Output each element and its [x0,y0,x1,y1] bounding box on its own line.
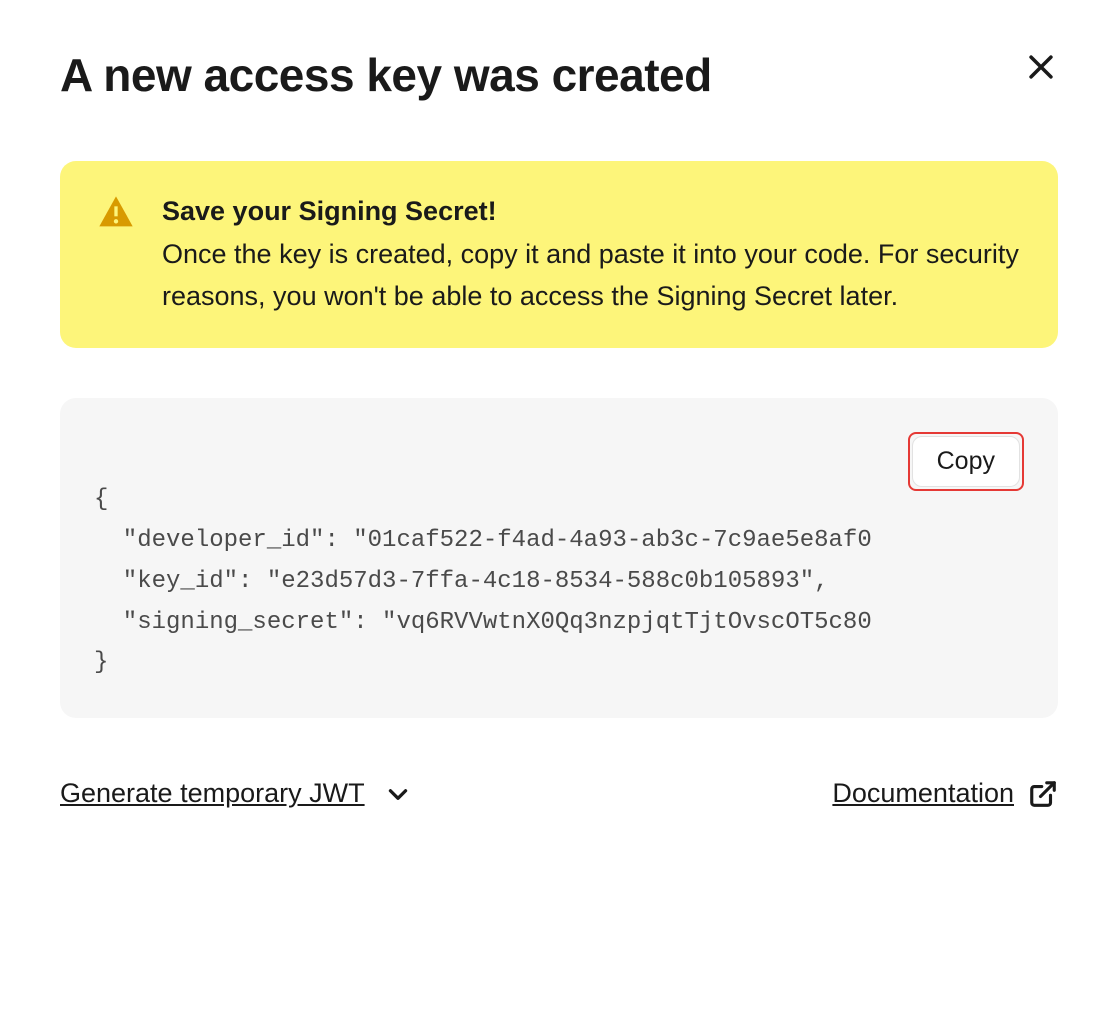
documentation-label: Documentation [832,778,1014,809]
code-content: { "developer_id": "01caf522-f4ad-4a93-ab… [94,480,1024,684]
code-block: Copy { "developer_id": "01caf522-f4ad-4a… [60,398,1058,718]
warning-alert: Save your Signing Secret! Once the key i… [60,161,1058,349]
generate-jwt-toggle[interactable]: Generate temporary JWT [60,778,411,809]
modal-footer: Generate temporary JWT Documentation [60,778,1058,809]
modal-header: A new access key was created [60,50,1058,101]
external-link-icon [1028,779,1058,809]
alert-body: Once the key is created, copy it and pas… [162,234,1022,318]
copy-button-highlight: Copy [908,432,1024,491]
documentation-link[interactable]: Documentation [832,778,1058,809]
close-icon [1024,50,1058,84]
generate-jwt-label: Generate temporary JWT [60,778,365,809]
copy-button[interactable]: Copy [912,436,1020,487]
modal-title: A new access key was created [60,50,712,101]
close-button[interactable] [1024,50,1058,84]
warning-icon [96,193,136,233]
chevron-down-icon [385,781,411,807]
alert-content: Save your Signing Secret! Once the key i… [162,191,1022,319]
alert-title: Save your Signing Secret! [162,191,1022,233]
